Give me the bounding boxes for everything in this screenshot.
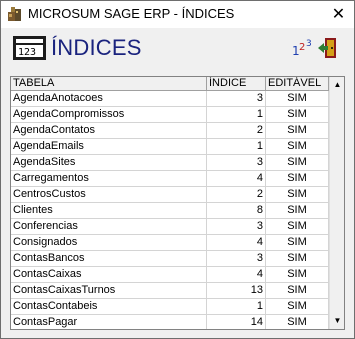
table-row[interactable]: AgendaContatos 2 SIM xyxy=(11,123,329,139)
cell-editavel[interactable]: SIM xyxy=(266,283,329,298)
cell-tabela[interactable]: CentrosCustos xyxy=(11,187,207,202)
exit-button[interactable] xyxy=(316,36,340,60)
table-row[interactable]: Clientes 8 SIM xyxy=(11,203,329,219)
cell-tabela[interactable]: AgendaAnotacoes xyxy=(11,91,207,106)
cell-indice[interactable]: 14 xyxy=(207,315,266,329)
indices-window: MICROSUM SAGE ERP - ÍNDICES ✕ 123 ÍNDICE… xyxy=(0,0,355,339)
cell-tabela[interactable]: ContasCaixas xyxy=(11,267,207,282)
title-bar: MICROSUM SAGE ERP - ÍNDICES ✕ xyxy=(1,1,354,28)
cell-indice[interactable]: 2 xyxy=(207,123,266,138)
cell-editavel[interactable]: SIM xyxy=(266,267,329,282)
cell-tabela[interactable]: AgendaCompromissos xyxy=(11,107,207,122)
arrow-up-icon: ▲ xyxy=(333,80,342,89)
cell-indice[interactable]: 1 xyxy=(207,139,266,154)
cell-indice[interactable]: 3 xyxy=(207,219,266,234)
svg-text:2: 2 xyxy=(299,42,305,53)
svg-text:3: 3 xyxy=(306,39,312,49)
cell-editavel[interactable]: SIM xyxy=(266,187,329,202)
numbering-icon: 1 2 3 xyxy=(292,39,312,58)
cell-indice[interactable]: 13 xyxy=(207,283,266,298)
page-title: ÍNDICES xyxy=(51,35,142,60)
cell-indice[interactable]: 2 xyxy=(207,187,266,202)
table-row[interactable]: CentrosCustos 2 SIM xyxy=(11,187,329,203)
cell-tabela[interactable]: Carregamentos xyxy=(11,171,207,186)
table-row[interactable]: ContasCaixasTurnos 13 SIM xyxy=(11,283,329,299)
table-row[interactable]: AgendaEmails 1 SIM xyxy=(11,139,329,155)
table-row[interactable]: Conferencias 3 SIM xyxy=(11,219,329,235)
table-row[interactable]: ContasCaixas 4 SIM xyxy=(11,267,329,283)
vertical-scrollbar[interactable]: ▲ ▼ xyxy=(329,77,344,329)
cell-editavel[interactable]: SIM xyxy=(266,251,329,266)
cell-editavel[interactable]: SIM xyxy=(266,155,329,170)
cell-tabela[interactable]: AgendaSites xyxy=(11,155,207,170)
arrow-down-icon: ▼ xyxy=(333,316,342,325)
cell-editavel[interactable]: SIM xyxy=(266,299,329,314)
cell-indice[interactable]: 8 xyxy=(207,203,266,218)
header-bar: 123 ÍNDICES 1 2 3 xyxy=(1,28,354,74)
cell-tabela[interactable]: AgendaEmails xyxy=(11,139,207,154)
cell-indice[interactable]: 1 xyxy=(207,107,266,122)
cell-indice[interactable]: 4 xyxy=(207,267,266,282)
grid-header: TABELA ÍNDICE EDITÁVEL xyxy=(11,77,329,91)
cell-tabela[interactable]: AgendaContatos xyxy=(11,123,207,138)
column-header-indice[interactable]: ÍNDICE xyxy=(207,77,266,90)
cell-editavel[interactable]: SIM xyxy=(266,235,329,250)
table-row[interactable]: ContasContabeis 1 SIM xyxy=(11,299,329,315)
grid-body: AgendaAnotacoes 3 SIM AgendaCompromissos 1 SI… xyxy=(11,91,329,329)
table-row[interactable]: AgendaSites 3 SIM xyxy=(11,155,329,171)
cell-indice[interactable]: 1 xyxy=(207,299,266,314)
cell-indice[interactable]: 4 xyxy=(207,171,266,186)
cell-tabela[interactable]: Clientes xyxy=(11,203,207,218)
cell-tabela[interactable]: ContasContabeis xyxy=(11,299,207,314)
cell-editavel[interactable]: SIM xyxy=(266,123,329,138)
numbering-button[interactable]: 1 2 3 xyxy=(291,36,315,60)
column-header-editavel[interactable]: EDITÁVEL xyxy=(266,77,329,90)
cell-indice[interactable]: 3 xyxy=(207,155,266,170)
scroll-down-button[interactable]: ▼ xyxy=(330,313,344,329)
window-title: MICROSUM SAGE ERP - ÍNDICES xyxy=(28,6,235,21)
cell-editavel[interactable]: SIM xyxy=(266,139,329,154)
close-icon: ✕ xyxy=(331,6,346,23)
exit-door-icon xyxy=(318,38,336,58)
cell-indice[interactable]: 3 xyxy=(207,91,266,106)
table-row[interactable]: AgendaCompromissos 1 SIM xyxy=(11,107,329,123)
column-header-tabela[interactable]: TABELA xyxy=(11,77,207,90)
cell-editavel[interactable]: SIM xyxy=(266,107,329,122)
keypad-icon: 123 xyxy=(13,36,46,60)
cell-editavel[interactable]: SIM xyxy=(266,203,329,218)
cell-indice[interactable]: 4 xyxy=(207,235,266,250)
cell-tabela[interactable]: Conferencias xyxy=(11,219,207,234)
table-row[interactable]: AgendaAnotacoes 3 SIM xyxy=(11,91,329,107)
table-row[interactable]: Carregamentos 4 SIM xyxy=(11,171,329,187)
svg-text:123: 123 xyxy=(18,47,36,58)
cell-editavel[interactable]: SIM xyxy=(266,219,329,234)
cell-tabela[interactable]: ContasBancos xyxy=(11,251,207,266)
table-row[interactable]: ContasPagar 14 SIM xyxy=(11,315,329,329)
cell-tabela[interactable]: ContasPagar xyxy=(11,315,207,329)
cell-tabela[interactable]: Consignados xyxy=(11,235,207,250)
app-icon xyxy=(8,7,21,21)
cell-editavel[interactable]: SIM xyxy=(266,315,329,329)
table-row[interactable]: ContasBancos 3 SIM xyxy=(11,251,329,267)
table-row[interactable]: Consignados 4 SIM xyxy=(11,235,329,251)
cell-editavel[interactable]: SIM xyxy=(266,91,329,106)
cell-editavel[interactable]: SIM xyxy=(266,171,329,186)
scroll-up-button[interactable]: ▲ xyxy=(330,77,344,93)
close-button[interactable]: ✕ xyxy=(323,1,354,28)
indices-grid[interactable]: TABELA ÍNDICE EDITÁVEL AgendaAnotacoes 3 S… xyxy=(10,76,345,330)
cell-tabela[interactable]: ContasCaixasTurnos xyxy=(11,283,207,298)
cell-indice[interactable]: 3 xyxy=(207,251,266,266)
